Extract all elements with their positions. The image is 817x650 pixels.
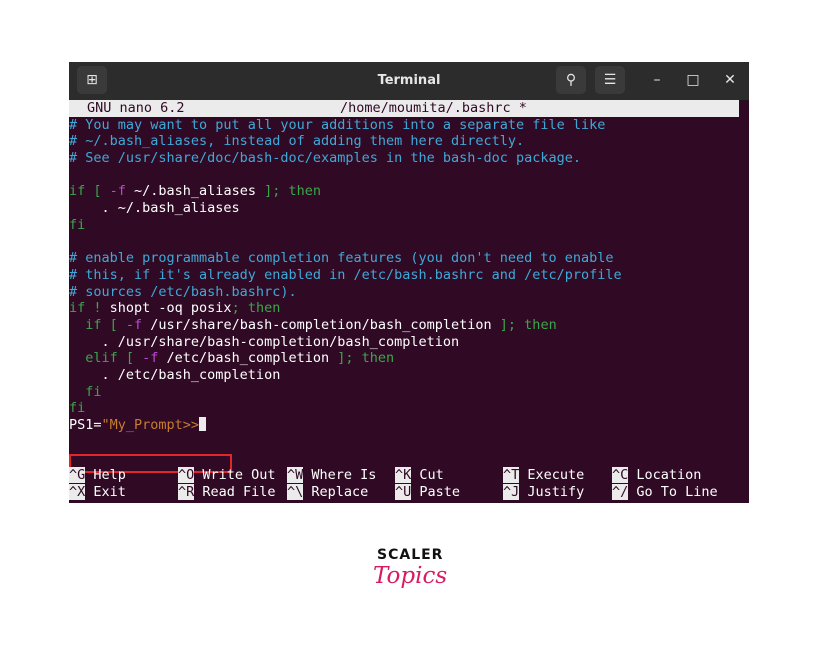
new-tab-button[interactable]: ⊞: [77, 66, 107, 94]
path: /usr/share/bash-completion/bash_completi…: [142, 316, 492, 333]
shortcut-label: Replace: [303, 483, 369, 500]
editor-line: fi: [69, 383, 102, 400]
flag: -f: [125, 316, 143, 333]
hamburger-menu-icon: ☰: [603, 72, 617, 88]
keyword: if [: [69, 183, 110, 200]
shortcut-label: Exit: [85, 483, 126, 500]
search-button[interactable]: ⚲: [556, 66, 586, 94]
editor-line: fi: [69, 400, 86, 417]
shortcut-item: ^\ Replace: [287, 483, 369, 501]
editor-line-ps1: PS1="My_Prompt>>: [69, 417, 749, 434]
shortcut-label: Execute: [519, 467, 585, 483]
editor-line: if [ -f /usr/share/bash-completion/bash_…: [69, 317, 749, 334]
editor-line: . /etc/bash_completion: [69, 367, 281, 383]
shortcut-key: ^O: [178, 467, 195, 483]
minimize-icon: –: [653, 72, 661, 88]
shortcut-item: ^W Where Is: [287, 467, 376, 484]
editor-line: # You may want to put all your additions…: [69, 116, 606, 133]
nano-version: GNU nano 6.2: [87, 100, 185, 116]
shortcut-label: Help: [85, 467, 126, 483]
editor-line: # See /usr/share/doc/bash-doc/examples i…: [69, 150, 582, 167]
editor-line: # sources /etc/bash.bashrc).: [69, 283, 297, 300]
editor-line: # enable programmable completion feature…: [69, 250, 614, 267]
shortcut-label: Cut: [411, 467, 444, 483]
nano-shortcut-bar: ^G Help ^O Write Out ^W Where Is ^K Cut ^T E…: [69, 467, 749, 500]
shortcut-label: Paste: [411, 483, 461, 500]
shortcut-key: ^W: [287, 467, 304, 483]
flag: -f: [142, 350, 159, 367]
editor-line: fi: [69, 216, 86, 233]
shortcut-key: ^T: [503, 467, 520, 483]
shortcut-item: ^R Read File: [178, 483, 276, 501]
editor-line: # ~/.bash_aliases, instead of adding the…: [69, 133, 525, 150]
command: shopt -oq posix: [109, 300, 232, 317]
shortcut-item: ^K Cut: [395, 467, 444, 484]
keyword: ]; then: [491, 316, 557, 333]
search-icon: ⚲: [565, 72, 577, 88]
minimize-button[interactable]: –: [642, 66, 672, 94]
keyword: ]; then: [255, 183, 321, 200]
shortcut-label: Write Out: [194, 467, 276, 483]
variable-name: PS1: [69, 417, 94, 434]
editor-buffer[interactable]: # You may want to put all your additions…: [69, 117, 749, 434]
editor-line: if [ -f ~/.bash_aliases ]; then: [69, 183, 749, 200]
shortcut-item: ^O Write Out: [178, 467, 276, 484]
terminal-window: ⊞ Terminal ⚲ ☰ – □ ✕ GNU nano 6.2 /home/…: [69, 62, 749, 503]
close-button[interactable]: ✕: [715, 66, 745, 94]
close-icon: ✕: [724, 72, 736, 88]
shortcut-item: ^/ Go To Line: [612, 483, 718, 501]
shortcut-label: Location: [628, 467, 702, 483]
shortcut-key: ^/: [612, 483, 629, 500]
editor-line: if ! shopt -oq posix; then: [69, 300, 749, 317]
editor-line: . ~/.bash_aliases: [69, 200, 240, 217]
shortcut-label: Justify: [519, 483, 585, 500]
shortcut-row: ^X Exit ^R Read File ^\ Replace ^U Paste ^J …: [69, 483, 749, 501]
nano-header: GNU nano 6.2 /home/moumita/.bashrc *: [69, 100, 739, 117]
shortcut-key: ^G: [69, 467, 86, 483]
flag: -f: [109, 183, 126, 200]
shortcut-item: ^U Paste: [395, 483, 461, 501]
title-bar: ⊞ Terminal ⚲ ☰ – □ ✕: [69, 62, 749, 101]
keyword: ; then: [231, 300, 281, 317]
assign-operator: =: [93, 417, 102, 434]
editor-line: . /usr/share/bash-completion/bash_comple…: [69, 333, 460, 350]
path: /etc/bash_completion: [158, 350, 330, 367]
shortcut-label: Read File: [194, 483, 276, 500]
shortcut-item: ^C Location: [612, 467, 701, 484]
new-tab-icon: ⊞: [86, 72, 98, 88]
keyword: if [: [69, 316, 126, 333]
editor-line: # this, if it's already enabled in /etc/…: [69, 266, 622, 283]
shortcut-label: Go To Line: [628, 483, 718, 500]
maximize-icon: □: [686, 72, 700, 88]
shortcut-row: ^G Help ^O Write Out ^W Where Is ^K Cut ^T E…: [69, 467, 749, 484]
shortcut-key: ^C: [612, 467, 629, 483]
shortcut-item: ^G Help: [69, 467, 126, 484]
shortcut-label: Where Is: [303, 467, 377, 483]
logo-wordmark-bottom: Topics: [373, 563, 448, 589]
shortcut-key: ^\: [287, 483, 304, 500]
shortcut-item: ^T Execute: [503, 467, 584, 484]
nano-filename: /home/moumita/.bashrc *: [340, 100, 527, 116]
string-value: "My_Prompt>>: [101, 417, 200, 434]
editor-line: elif [ -f /etc/bash_completion ]; then: [69, 350, 749, 367]
scaler-topics-logo: SCALER Topics: [373, 545, 448, 605]
menu-button[interactable]: ☰: [595, 66, 625, 94]
shortcut-key: ^K: [395, 467, 412, 483]
keyword: ]; then: [329, 350, 395, 367]
shortcut-item: ^J Justify: [503, 483, 585, 501]
shortcut-key: ^U: [395, 483, 412, 500]
maximize-button[interactable]: □: [678, 66, 708, 94]
text-cursor: [199, 417, 207, 432]
shortcut-item: ^X Exit: [69, 483, 126, 501]
keyword: if !: [69, 300, 110, 317]
shortcut-key: ^J: [503, 483, 520, 500]
shortcut-key: ^X: [69, 483, 86, 500]
shortcut-key: ^R: [178, 483, 195, 500]
keyword: elif [: [69, 350, 143, 367]
logo-wordmark-top: SCALER: [377, 547, 444, 563]
terminal-content[interactable]: GNU nano 6.2 /home/moumita/.bashrc * # Y…: [69, 100, 749, 503]
path: ~/.bash_aliases: [125, 183, 256, 200]
